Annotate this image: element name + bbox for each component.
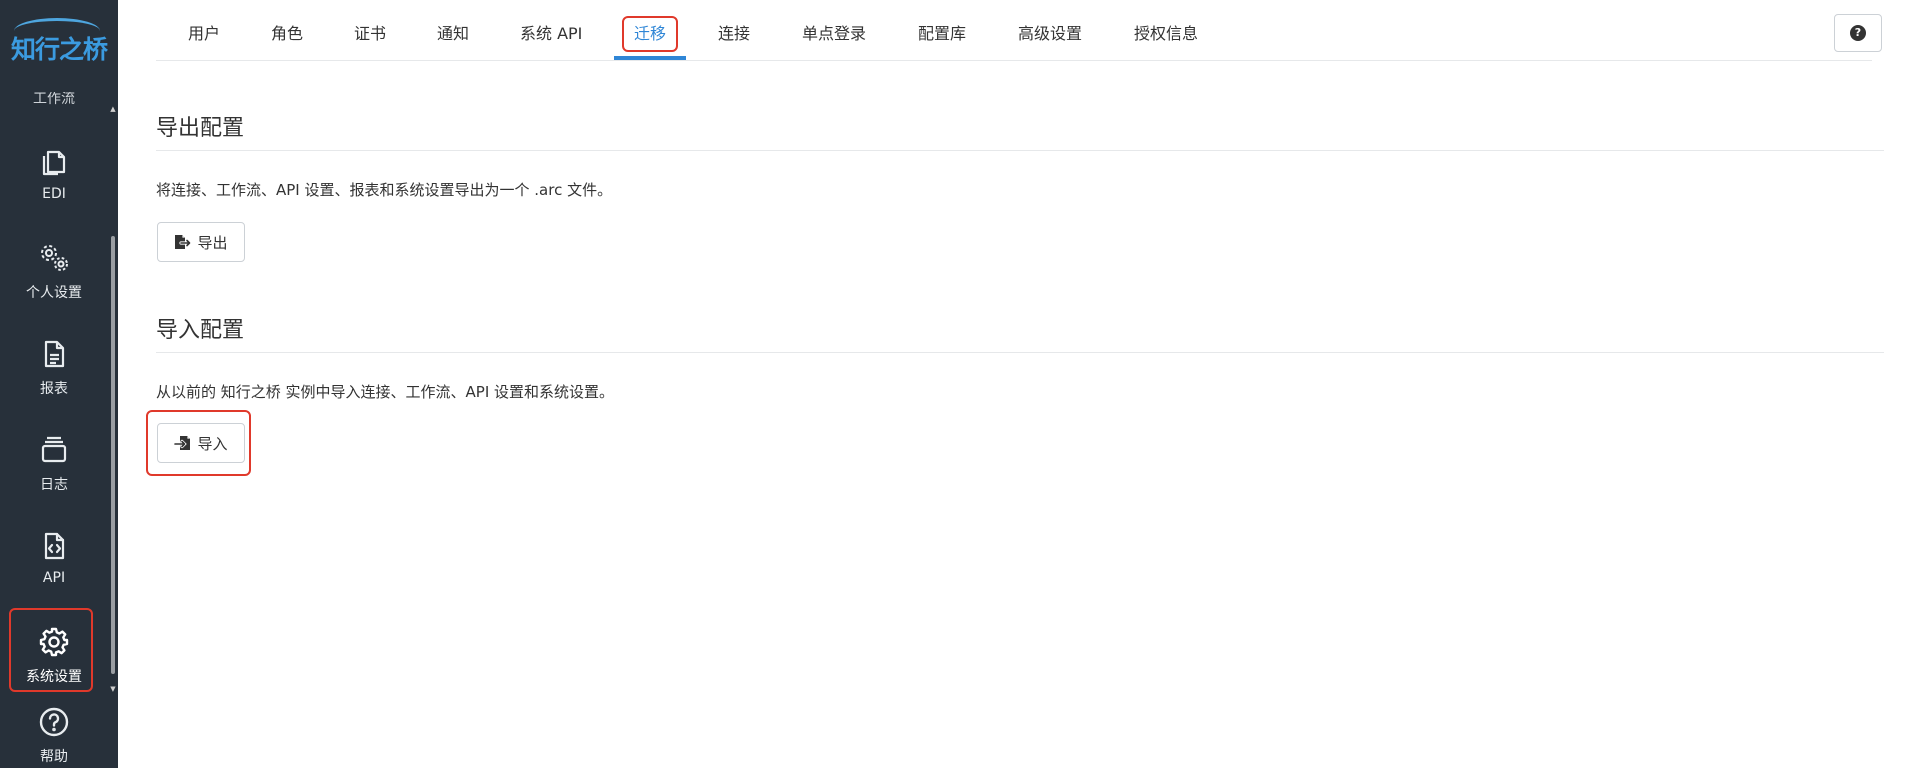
gears-icon bbox=[41, 245, 68, 271]
system-settings-highlight bbox=[9, 608, 93, 692]
tab-sso[interactable]: 单点登录 bbox=[802, 0, 866, 61]
sidebar-item-reports[interactable]: 报表 bbox=[0, 328, 108, 420]
file-export-icon bbox=[175, 235, 193, 249]
migration-tab-highlight bbox=[622, 16, 678, 52]
import-button-highlight bbox=[146, 410, 251, 476]
sidebar: 知行之桥 工作流 EDI 个人设置 报表 日志 API 系统设置 帮助 ▲ ▼ bbox=[0, 0, 118, 768]
sidebar-item-label: 个人设置 bbox=[26, 285, 82, 301]
import-description: 从以前的 知行之桥 实例中导入连接、工作流、API 设置和系统设置。 bbox=[156, 383, 615, 401]
sidebar-item-label: API bbox=[42, 570, 66, 586]
logs-icon bbox=[41, 436, 67, 463]
import-section-title: 导入配置 bbox=[156, 318, 245, 343]
sidebar-scrollbar[interactable]: ▲ ▼ bbox=[108, 104, 118, 694]
sidebar-item-label: 工作流 bbox=[33, 92, 75, 107]
tab-config-repo[interactable]: 配置库 bbox=[918, 0, 966, 61]
settings-tabs: 用户 角色 证书 通知 系统 API 迁移 连接 单点登录 配置库 高级设置 授… bbox=[156, 0, 1872, 61]
scroll-down-icon[interactable]: ▼ bbox=[108, 684, 118, 694]
sidebar-item-help[interactable]: 帮助 bbox=[0, 696, 108, 768]
active-tab-underline bbox=[614, 56, 686, 60]
sidebar-item-label: EDI bbox=[42, 186, 66, 202]
import-divider bbox=[156, 352, 1884, 353]
help-button[interactable]: ? bbox=[1834, 14, 1882, 52]
export-section-title: 导出配置 bbox=[156, 116, 245, 141]
sidebar-item-label: 帮助 bbox=[40, 749, 68, 765]
copy-icon bbox=[42, 150, 66, 176]
logo-text: 知行之桥 bbox=[10, 35, 108, 64]
question-circle-icon: ? bbox=[1850, 25, 1866, 41]
tab-users[interactable]: 用户 bbox=[188, 0, 220, 61]
export-description: 将连接、工作流、API 设置、报表和系统设置导出为一个 .arc 文件。 bbox=[156, 181, 613, 199]
tab-advanced-settings[interactable]: 高级设置 bbox=[1018, 0, 1082, 61]
sidebar-item-edi[interactable]: EDI bbox=[0, 136, 108, 228]
sidebar-item-label: 日志 bbox=[40, 477, 68, 493]
tab-notifications[interactable]: 通知 bbox=[437, 0, 469, 61]
sidebar-item-label: 报表 bbox=[40, 381, 68, 397]
scroll-up-icon[interactable]: ▲ bbox=[108, 104, 118, 114]
export-button-label: 导出 bbox=[197, 233, 228, 252]
sidebar-item-logs[interactable]: 日志 bbox=[0, 424, 108, 516]
logo[interactable]: 知行之桥 bbox=[0, 0, 118, 92]
tab-system-api[interactable]: 系统 API bbox=[520, 0, 582, 61]
sidebar-item-personal-settings[interactable]: 个人设置 bbox=[0, 232, 108, 324]
sidebar-item-api[interactable]: API bbox=[0, 520, 108, 612]
question-icon bbox=[39, 707, 69, 737]
tab-connections[interactable]: 连接 bbox=[718, 0, 750, 61]
tab-license-info[interactable]: 授权信息 bbox=[1134, 0, 1198, 61]
scroll-thumb[interactable] bbox=[111, 236, 115, 674]
sidebar-item-workflow[interactable]: 工作流 bbox=[0, 92, 108, 114]
export-divider bbox=[156, 150, 1884, 151]
tab-roles[interactable]: 角色 bbox=[271, 0, 303, 61]
tab-certificates[interactable]: 证书 bbox=[354, 0, 386, 61]
export-button[interactable]: 导出 bbox=[157, 222, 245, 262]
report-icon bbox=[44, 340, 65, 368]
api-icon bbox=[44, 532, 65, 560]
